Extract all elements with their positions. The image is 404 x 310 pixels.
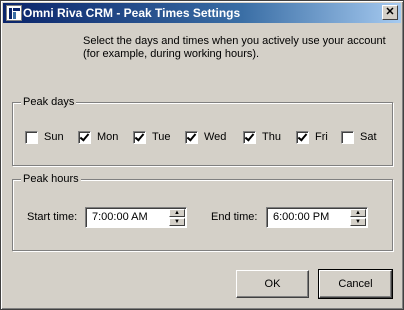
day-label-sat: Sat [360, 131, 377, 143]
checkbox-tue[interactable] [133, 130, 146, 144]
start-time-spinner[interactable]: ▲ ▼ [169, 209, 185, 226]
day-label-fri: Fri [315, 131, 328, 143]
day-mon-checkbox[interactable]: Mon [78, 129, 118, 145]
app-logo-icon [6, 5, 22, 21]
spin-up-icon[interactable]: ▲ [169, 209, 185, 217]
end-time-spinner[interactable]: ▲ ▼ [350, 209, 366, 226]
end-time-label: End time: [211, 211, 258, 223]
checkbox-thu[interactable] [243, 130, 256, 144]
close-button[interactable]: ✕ [382, 5, 398, 20]
spin-up-icon[interactable]: ▲ [350, 209, 366, 217]
start-time-input[interactable]: 7:00:00 AM ▲ ▼ [85, 207, 187, 228]
day-thu-checkbox[interactable]: Thu [243, 129, 281, 145]
day-label-mon: Mon [97, 131, 119, 143]
day-wed-checkbox[interactable]: Wed [185, 129, 226, 145]
spin-down-icon[interactable]: ▼ [169, 218, 185, 226]
peak-times-dialog: Omni Riva CRM - Peak Times Settings ✕ Se… [0, 0, 404, 310]
day-fri-checkbox[interactable]: Fri [296, 129, 328, 145]
day-label-sun: Sun [44, 131, 64, 143]
day-tue-checkbox[interactable]: Tue [133, 129, 171, 145]
checkbox-sat[interactable] [341, 130, 354, 144]
checkbox-fri[interactable] [296, 130, 309, 144]
checkbox-sun[interactable] [25, 130, 38, 144]
day-sat-checkbox[interactable]: Sat [341, 129, 377, 145]
checkbox-mon[interactable] [78, 130, 91, 144]
start-time-value: 7:00:00 AM [92, 211, 148, 223]
day-label-tue: Tue [152, 131, 171, 143]
window-title: Omni Riva CRM - Peak Times Settings [23, 6, 241, 20]
checkbox-wed[interactable] [185, 130, 198, 144]
end-time-input[interactable]: 6:00:00 PM ▲ ▼ [266, 207, 368, 228]
ok-button[interactable]: OK [236, 270, 309, 298]
end-time-value: 6:00:00 PM [273, 211, 330, 223]
spin-down-icon[interactable]: ▼ [350, 218, 366, 226]
peak-days-title: Peak days [21, 96, 77, 108]
intro-text: Select the days and times when you activ… [83, 35, 386, 60]
day-sun-checkbox[interactable]: Sun [25, 129, 64, 145]
cancel-button[interactable]: Cancel [318, 269, 393, 299]
day-label-thu: Thu [262, 131, 281, 143]
day-label-wed: Wed [204, 131, 227, 143]
title-bar[interactable]: Omni Riva CRM - Peak Times Settings ✕ [3, 3, 401, 23]
start-time-label: Start time: [27, 211, 78, 223]
peak-hours-title: Peak hours [21, 173, 81, 185]
